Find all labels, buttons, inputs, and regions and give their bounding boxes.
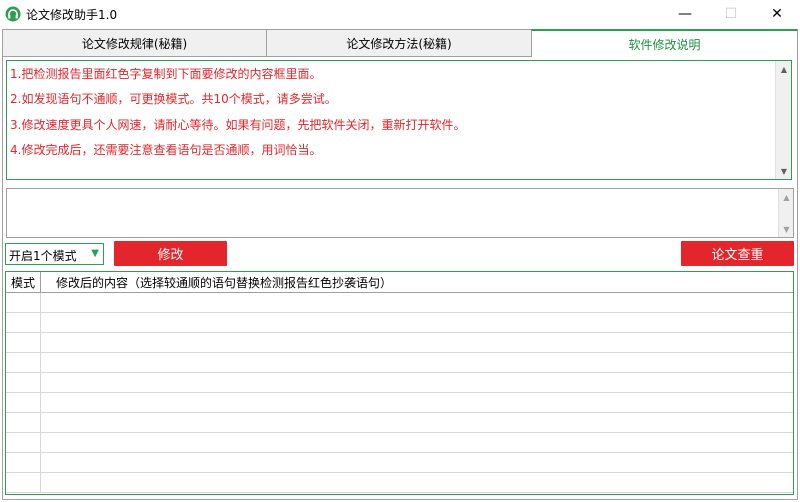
- close-button[interactable]: ✕: [754, 0, 800, 28]
- mode-select-value: 开启1个模式: [9, 249, 77, 263]
- table-row[interactable]: [6, 453, 793, 473]
- instruction-line: 4.修改完成后，还需要注意查看语句是否通顺，用词恰当。: [10, 143, 322, 157]
- scroll-down-icon[interactable]: ▼: [779, 222, 794, 236]
- maximize-button[interactable]: ☐: [708, 0, 754, 28]
- tab-modify-rules[interactable]: 论文修改规律(秘籍): [2, 29, 267, 57]
- grid-header: 模式 修改后的内容（选择较通顺的语句替换检测报告红色抄袭语句）: [6, 272, 793, 293]
- mode-select[interactable]: 开启1个模式 ▼: [5, 243, 104, 265]
- results-grid[interactable]: 模式 修改后的内容（选择较通顺的语句替换检测报告红色抄袭语句）: [5, 271, 794, 495]
- table-row[interactable]: [6, 313, 793, 333]
- tab-bar: 论文修改规律(秘籍) 论文修改方法(秘籍) 软件修改说明: [2, 29, 798, 57]
- instruction-line: 3.修改速度更具个人网速，请耐心等待。如果有问题，先把软件关闭，重新打开软件。: [10, 118, 466, 132]
- table-row[interactable]: [6, 353, 793, 373]
- window-title: 论文修改助手1.0: [26, 8, 118, 22]
- instruction-line: 1.把检测报告里面红色字复制到下面要修改的内容框里面。: [10, 67, 322, 81]
- scroll-down-icon[interactable]: ▼: [776, 163, 792, 179]
- chevron-down-icon: ▼: [91, 248, 99, 259]
- input-scrollbar[interactable]: ▲ ▼: [778, 189, 793, 237]
- table-row[interactable]: [6, 413, 793, 433]
- table-row[interactable]: [6, 433, 793, 453]
- table-row[interactable]: [6, 293, 793, 313]
- instructions-scrollbar[interactable]: ▲ ▼: [775, 61, 791, 179]
- table-row[interactable]: [6, 373, 793, 393]
- modify-button[interactable]: 修改: [114, 241, 227, 266]
- tab-modify-methods[interactable]: 论文修改方法(秘籍): [266, 29, 532, 57]
- content-input[interactable]: [6, 188, 794, 238]
- headphones-icon: [5, 6, 21, 22]
- table-row[interactable]: [6, 333, 793, 353]
- plagiarism-check-button[interactable]: 论文查重: [681, 241, 794, 266]
- table-row[interactable]: [6, 393, 793, 413]
- scroll-up-icon[interactable]: ▲: [779, 190, 794, 204]
- instruction-line: 2.如发现语句不通顺，可更换模式。共10个模式，请多尝试。: [10, 92, 337, 106]
- column-header-mode[interactable]: 模式: [6, 272, 41, 293]
- minimize-button[interactable]: —: [662, 0, 708, 28]
- scroll-up-icon[interactable]: ▲: [776, 61, 792, 77]
- tab-software-instructions[interactable]: 软件修改说明: [531, 29, 798, 57]
- title-bar: 论文修改助手1.0 — ☐ ✕: [0, 0, 800, 28]
- instructions-box[interactable]: 1.把检测报告里面红色字复制到下面要修改的内容框里面。 2.如发现语句不通顺，可…: [6, 60, 792, 180]
- column-header-content[interactable]: 修改后的内容（选择较通顺的语句替换检测报告红色抄袭语句）: [42, 272, 792, 293]
- table-row[interactable]: [6, 473, 793, 493]
